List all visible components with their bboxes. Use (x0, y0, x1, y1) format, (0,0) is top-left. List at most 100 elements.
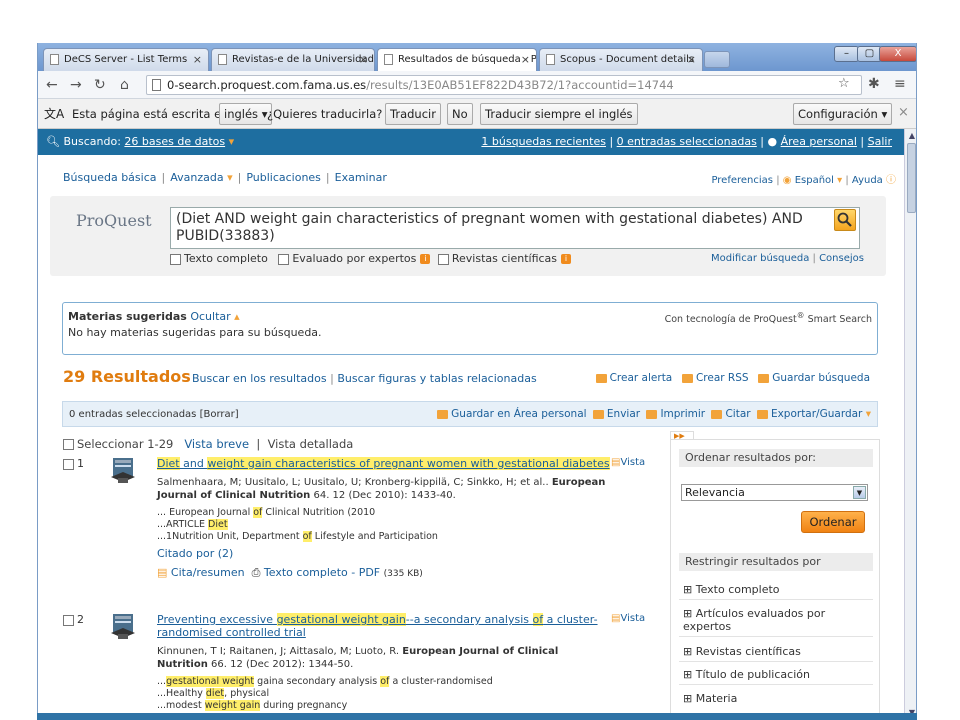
close-tab-icon[interactable]: × (687, 53, 696, 66)
cite-link[interactable]: Citar (725, 408, 750, 420)
preferences-link[interactable]: Preferencias (711, 175, 773, 186)
scroll-up-icon[interactable]: ▲ (905, 129, 916, 143)
search-within-link[interactable]: Buscar en los resultados (192, 372, 327, 385)
tab-resultados[interactable]: Resultados de búsqueda - Pr × (377, 48, 537, 72)
close-tab-icon[interactable]: × (359, 53, 368, 66)
select-all-checkbox[interactable] (63, 439, 74, 450)
result-checkbox[interactable] (63, 458, 74, 470)
brief-view-link[interactable]: Vista breve (184, 437, 249, 451)
detailed-view-label: Vista detallada (267, 437, 354, 451)
abstract-link[interactable]: Cita/resumen (171, 566, 245, 579)
help-link[interactable]: Ayuda (852, 175, 883, 186)
search-button[interactable] (834, 209, 856, 231)
search-input[interactable]: (Diet AND weight gain characteristics of… (170, 207, 860, 249)
figures-tables-link[interactable]: Buscar figuras y tablas relacionadas (337, 372, 536, 385)
extension-icon[interactable]: ✱ (868, 76, 880, 92)
info-icon[interactable]: i (561, 254, 572, 264)
bookmark-star-icon[interactable]: ☆ (838, 76, 850, 91)
exit-link[interactable]: Salir (868, 135, 892, 148)
close-tab-icon[interactable]: × (193, 53, 202, 66)
filter-full-text[interactable]: ⊞ Texto completo (679, 580, 873, 600)
cite-icon (711, 409, 723, 419)
info-icon[interactable]: i (420, 254, 431, 264)
menu-icon[interactable]: ≡ (894, 76, 906, 92)
selected-entries-text[interactable]: 0 entradas seleccionadas [Borrar] (69, 409, 239, 420)
text-segment: and (179, 457, 208, 470)
tab-title: Scopus - Document details (560, 54, 695, 65)
result-number: 1 (77, 457, 84, 470)
create-rss-link[interactable]: Crear RSS (696, 372, 749, 384)
restrict-label: Restringir resultados por (679, 553, 873, 571)
translate-question: ¿Quieres traducirla? (267, 107, 383, 121)
result-checkbox[interactable] (63, 614, 74, 626)
print-link[interactable]: Imprimir (660, 408, 705, 420)
preview-link[interactable]: ▤Vista (611, 613, 645, 624)
chevron-down-icon: ▾ (227, 171, 233, 184)
basic-search-link[interactable]: Búsqueda básica (63, 171, 157, 184)
close-tab-icon[interactable]: × (521, 53, 530, 66)
sort-button[interactable]: Ordenar (801, 511, 865, 533)
highlighted-term: diet (205, 688, 225, 699)
forward-icon[interactable]: → (70, 77, 82, 93)
browse-link[interactable]: Examinar (335, 171, 387, 184)
modify-search-link[interactable]: Modificar búsqueda (711, 253, 809, 264)
save-search-link[interactable]: Guardar búsqueda (772, 372, 870, 384)
results-header: 29 Resultados Buscar en los resultados |… (63, 367, 878, 386)
translate-button[interactable]: Traducir (385, 103, 441, 125)
chevron-down-icon: ▾ (837, 175, 843, 186)
sort-select[interactable]: Relevancia ▼ (681, 484, 868, 501)
filter-journals[interactable]: ⊞ Revistas científicas (679, 642, 873, 662)
folder-icon (437, 409, 449, 419)
save-personal-link[interactable]: Guardar en Área personal (451, 408, 586, 420)
filter-peer-reviewed[interactable]: ⊞ Artículos evaluados por expertos (679, 604, 873, 637)
highlighted-term: weight gain characteristics of pregnant … (207, 457, 610, 470)
new-tab-button[interactable] (704, 51, 730, 68)
personal-area-link[interactable]: Área personal (781, 135, 857, 148)
minimize-button[interactable]: – (834, 46, 859, 62)
full-text-checkbox[interactable] (170, 253, 181, 265)
always-translate-button[interactable]: Traducir siempre el inglés (480, 103, 638, 125)
create-alert-link[interactable]: Crear alerta (610, 372, 673, 384)
back-icon[interactable]: ← (46, 77, 58, 93)
vertical-scrollbar[interactable]: ▲ ▼ (904, 129, 916, 720)
export-link[interactable]: Exportar/Guardar (771, 408, 862, 420)
tab-decs[interactable]: DeCS Server - List Terms × (43, 48, 209, 71)
close-translate-icon[interactable]: × (898, 105, 909, 120)
scroll-thumb[interactable] (907, 143, 916, 213)
search-tips-link[interactable]: Consejos (819, 253, 864, 264)
tab-scopus[interactable]: Scopus - Document details × (539, 48, 703, 71)
result-title[interactable]: Diet and weight gain characteristics of … (157, 457, 612, 470)
proquest-logo: ProQuest (76, 211, 152, 230)
filter-subject[interactable]: ⊞ Materia (679, 689, 873, 708)
filter-publication-title[interactable]: ⊞ Título de publicación (679, 665, 873, 685)
selected-items-link[interactable]: 0 entradas seleccionadas (617, 135, 757, 148)
send-link[interactable]: Enviar (607, 408, 640, 420)
advanced-search-link[interactable]: Avanzada (170, 171, 223, 184)
translate-config-button[interactable]: Configuración ▾ (793, 103, 893, 125)
databases-link[interactable]: 26 bases de datos (124, 135, 225, 148)
refine-panel: Ordenar resultados por: Relevancia ▼ Orde… (670, 439, 880, 720)
address-bar[interactable]: 0-search.proquest.com.fama.us.es/results… (146, 75, 862, 95)
tab-revistas[interactable]: Revistas-e de la Universidad × (211, 48, 375, 71)
fulltext-pdf-link[interactable]: Texto completo - PDF (264, 566, 380, 579)
filter-label: Materia (695, 692, 738, 705)
result-title[interactable]: Preventing excessive gestational weight … (157, 613, 612, 639)
reload-icon[interactable]: ↻ (94, 77, 106, 93)
home-icon[interactable]: ⌂ (120, 77, 129, 93)
publications-link[interactable]: Publicaciones (246, 171, 321, 184)
close-window-button[interactable]: X (879, 46, 916, 62)
language-select[interactable]: inglés ▾ (219, 103, 273, 125)
preview-link[interactable]: ▤Vista (611, 457, 645, 468)
cited-by-link[interactable]: Citado por (2) (157, 547, 612, 560)
hide-link[interactable]: Ocultar (190, 310, 230, 323)
suggested-label: Materias sugeridas (68, 310, 187, 323)
language-link[interactable]: Español (795, 175, 834, 186)
no-translate-button[interactable]: No (447, 103, 473, 125)
volume-info: 66. 12 (Dec 2012): 1344-50. (211, 659, 354, 670)
tab-title: DeCS Server - List Terms (64, 54, 188, 65)
powered-text: Con tecnología de ProQuest (664, 314, 797, 326)
scholarly-journals-checkbox[interactable] (437, 253, 449, 265)
peer-reviewed-checkbox[interactable] (278, 253, 290, 265)
chevron-down-icon: ▾ (865, 408, 871, 420)
recent-searches-link[interactable]: 1 búsquedas recientes (481, 135, 606, 148)
